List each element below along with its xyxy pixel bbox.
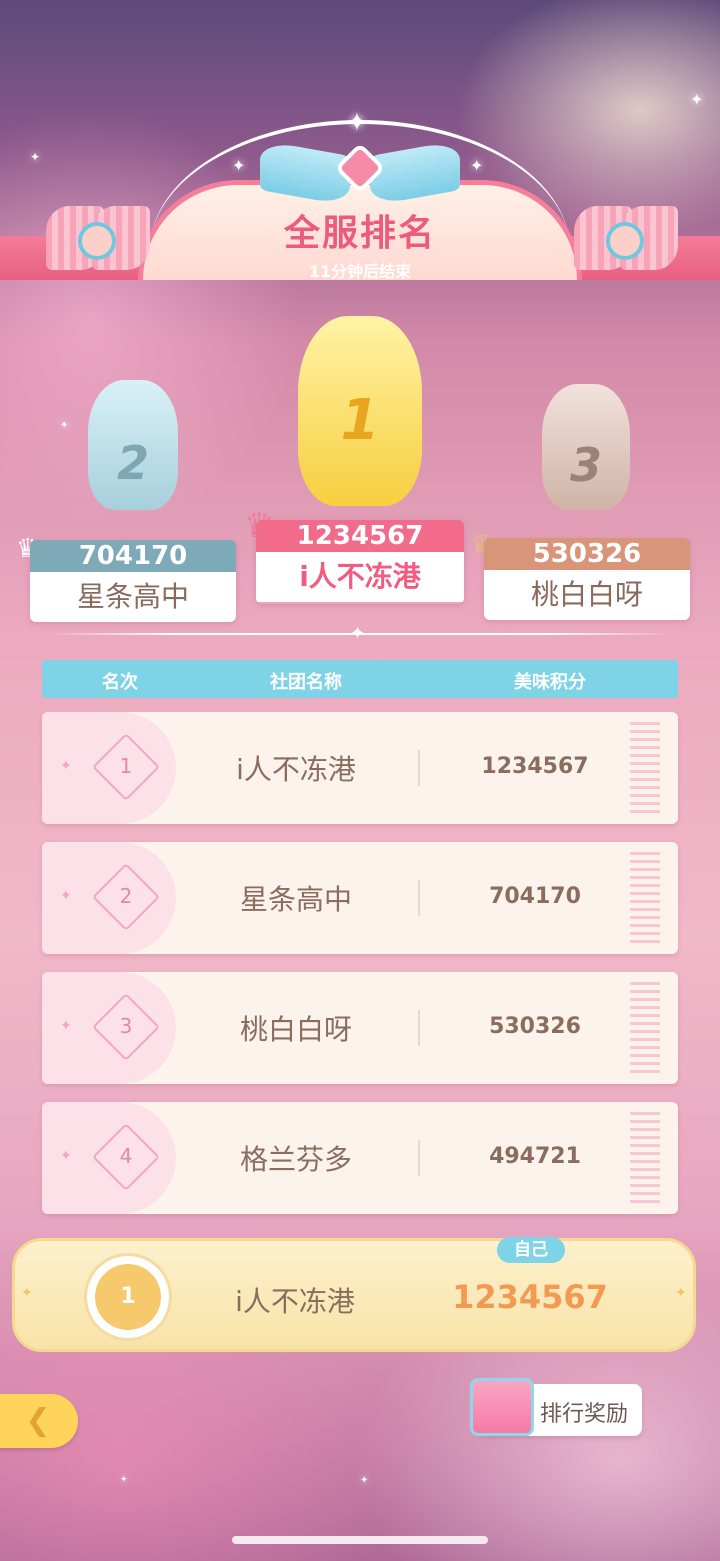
ticket-stripes (630, 1112, 660, 1204)
row-rank: 2 (119, 884, 133, 908)
self-badge: 自己 (497, 1237, 565, 1263)
row-club-name: i人不冻港 (236, 753, 356, 786)
gift-box-icon (470, 1378, 534, 1436)
self-rank: 1 (95, 1264, 161, 1330)
row-club-name: 星条高中 (239, 883, 352, 916)
rank-medal-icon: 1 (84, 1253, 172, 1341)
row-score: 530326 (489, 1014, 581, 1039)
podium-score: 530326 (484, 538, 690, 570)
podium-plaque: 1234567 i人不冻港 (256, 520, 464, 604)
column-header-score: 美味积分 (514, 672, 586, 693)
sparkle-icon: ✦ (690, 90, 704, 109)
podium-plaque: 704170 星条高中 (30, 540, 236, 622)
home-indicator[interactable] (232, 1536, 488, 1544)
ticket-stripes (630, 852, 660, 944)
row-rank: 1 (119, 754, 133, 778)
podium-name: 星条高中 (30, 572, 236, 622)
sparkle-icon: ✦ (60, 888, 72, 904)
podium-plaque: 530326 桃白白呀 (484, 538, 690, 620)
sparkle-icon: ✦ (21, 1285, 33, 1301)
ranking-reward-label: 排行奖励 (540, 1402, 629, 1427)
column-header-rank: 名次 (102, 672, 138, 693)
trophy-place-number: 3 (569, 438, 602, 492)
row-rank: 3 (119, 1014, 133, 1038)
sparkle-icon: ✦ (360, 1475, 369, 1486)
back-button[interactable]: ❮ (0, 1394, 78, 1448)
row-score: 494721 (489, 1144, 581, 1169)
table-row[interactable]: ✦ 3 桃白白呀 530326 (42, 972, 678, 1084)
self-score: 1234567 (452, 1278, 608, 1316)
star-icon: ✦ (232, 156, 246, 175)
star-icon: ✦ (470, 156, 484, 175)
sparkle-icon: ✦ (60, 758, 72, 774)
sparkle-icon: ✦ (60, 1018, 72, 1034)
podium-name: 桃白白呀 (484, 570, 690, 620)
table-row[interactable]: ✦ 2 星条高中 704170 (42, 842, 678, 954)
self-club-name: i人不冻港 (235, 1285, 355, 1318)
sparkle-icon: ✦ (30, 150, 41, 164)
podium-score: 704170 (30, 540, 236, 572)
sparkle-icon: ✦ (60, 1148, 72, 1164)
ticket-stripes (630, 982, 660, 1074)
podium-score: 1234567 (256, 520, 464, 552)
star-icon: ✦ (346, 108, 368, 138)
row-score: 704170 (489, 884, 581, 909)
row-club-name: 格兰芬多 (239, 1143, 352, 1176)
row-club-name: 桃白白呀 (239, 1013, 352, 1046)
podium-name: i人不冻港 (256, 552, 464, 602)
trophy-place-number: 2 (116, 436, 149, 490)
ticket-stripes (630, 722, 660, 814)
table-row[interactable]: ✦ 4 格兰芬多 494721 (42, 1102, 678, 1214)
sparkle-icon: ✦ (675, 1285, 687, 1301)
trophy-place-number: 1 (340, 388, 380, 453)
sparkle-icon: ✦ (60, 420, 69, 431)
ribbon-bow-icon (260, 140, 460, 210)
table-header: 名次 社团名称 美味积分 (42, 660, 678, 698)
back-arrow-icon: ❮ (25, 1403, 51, 1438)
ranking-reward-button[interactable]: 排行奖励 (470, 1378, 642, 1436)
row-rank: 4 (119, 1144, 133, 1168)
star-icon: ✦ (350, 623, 366, 644)
countdown-text: 11分钟后结束 (308, 262, 412, 281)
row-score: 1234567 (481, 754, 589, 779)
column-header-club: 社团名称 (270, 672, 342, 693)
sparkle-icon: ✦ (120, 1475, 128, 1485)
table-row[interactable]: ✦ 1 i人不冻港 1234567 (42, 712, 678, 824)
page-title: 全服排名 (283, 213, 436, 254)
